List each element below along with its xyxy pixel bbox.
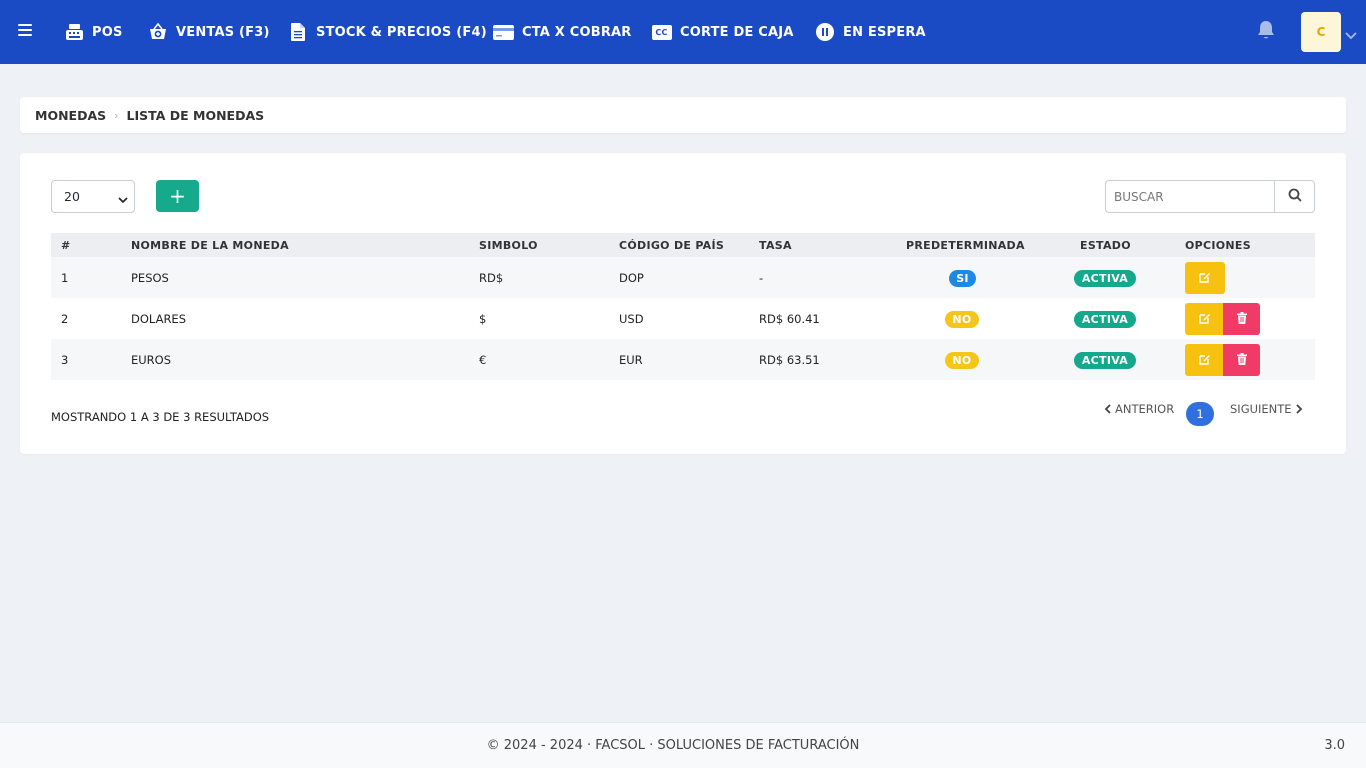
header-num: #	[61, 239, 71, 252]
cell-rate: -	[759, 271, 764, 285]
table-row: 2 DOLARES $ USD RD$ 60.41 NO ACTIVA	[51, 298, 1315, 339]
breadcrumb-monedas[interactable]: MONEDAS	[35, 108, 106, 123]
search-input[interactable]	[1105, 180, 1275, 213]
trash-icon	[1236, 311, 1247, 327]
nav-label: CORTE DE CAJA	[680, 24, 794, 40]
footer: © 2024 - 2024 · FACSOL · SOLUCIONES DE F…	[0, 722, 1366, 768]
breadcrumb-separator-icon: ›	[114, 108, 119, 122]
status-badge: ACTIVA	[1074, 311, 1136, 328]
cell-country: USD	[619, 312, 644, 326]
prev-label: ANTERIOR	[1115, 402, 1175, 416]
edit-button[interactable]	[1185, 344, 1225, 376]
default-badge: NO	[945, 311, 979, 328]
default-badge: SI	[949, 270, 976, 287]
header-default: PREDETERMINADA	[906, 239, 1025, 252]
nav-label: CTA X COBRAR	[522, 24, 632, 40]
credit-card-icon	[492, 22, 514, 42]
currency-table: # NOMBRE DE LA MONEDA SIMBOLO CÓDIGO DE …	[51, 233, 1315, 380]
header-rate: TASA	[759, 239, 792, 252]
search-button[interactable]	[1274, 180, 1315, 213]
chevron-right-icon	[1295, 404, 1303, 414]
cell-country: DOP	[619, 271, 644, 285]
status-badge: ACTIVA	[1074, 270, 1136, 287]
header-symbol: SIMBOLO	[479, 239, 538, 252]
nav-en-espera[interactable]: EN ESPERA	[815, 0, 926, 64]
cell-symbol: RD$	[479, 271, 504, 285]
pagination-next[interactable]: SIGUIENTE	[1230, 402, 1303, 416]
page-size-value: 20	[64, 189, 80, 204]
top-navbar: POS VENTAS (F3) STOCK & PRECIOS (F4) CTA…	[0, 0, 1366, 64]
currency-list-card: 20 + # NOMBRE DE LA MONEDA SIMBOLO CÓDIG…	[20, 153, 1346, 454]
cell-rate: RD$ 60.41	[759, 312, 820, 326]
status-badge: ACTIVA	[1074, 352, 1136, 369]
nav-cta-x-cobrar[interactable]: CTA X COBRAR	[492, 0, 632, 64]
bell-icon[interactable]	[1257, 20, 1277, 42]
table-header: # NOMBRE DE LA MONEDA SIMBOLO CÓDIGO DE …	[51, 233, 1315, 257]
add-currency-button[interactable]: +	[156, 180, 199, 212]
header-country: CÓDIGO DE PAÍS	[619, 239, 725, 252]
header-status: ESTADO	[1080, 239, 1131, 252]
footer-copyright: © 2024 - 2024 · FACSOL · SOLUCIONES DE F…	[486, 738, 860, 753]
edit-icon	[1199, 271, 1211, 286]
document-icon	[288, 22, 308, 42]
nav-label: STOCK & PRECIOS (F4)	[316, 24, 487, 40]
chevron-down-icon[interactable]	[1344, 26, 1358, 40]
footer-version: 3.0	[1324, 738, 1345, 753]
user-avatar[interactable]: C	[1301, 12, 1341, 52]
next-label: SIGUIENTE	[1230, 402, 1292, 416]
nav-ventas[interactable]: VENTAS (F3)	[148, 0, 270, 64]
default-badge: NO	[945, 352, 979, 369]
breadcrumb: MONEDAS › LISTA DE MONEDAS	[20, 97, 1346, 133]
cell-name: PESOS	[131, 271, 169, 285]
nav-label: POS	[92, 24, 123, 40]
header-name: NOMBRE DE LA MONEDA	[131, 239, 289, 252]
nav-corte-de-caja[interactable]: CC CORTE DE CAJA	[651, 0, 794, 64]
edit-button[interactable]	[1185, 262, 1225, 294]
breadcrumb-current: LISTA DE MONEDAS	[126, 107, 265, 123]
table-row: 3 EUROS € EUR RD$ 63.51 NO ACTIVA	[51, 339, 1315, 380]
cell-symbol: $	[479, 312, 487, 326]
search-icon	[1288, 187, 1302, 206]
trash-icon	[1236, 352, 1247, 368]
cell-country: EUR	[619, 353, 643, 367]
basket-plus-icon	[148, 22, 168, 42]
table-row: 1 PESOS RD$ DOP - SI ACTIVA	[51, 257, 1315, 298]
nav-stock-precios[interactable]: STOCK & PRECIOS (F4)	[288, 0, 487, 64]
chevron-left-icon	[1104, 404, 1111, 414]
cell-name: EUROS	[131, 353, 172, 367]
cash-register-icon	[64, 22, 84, 42]
cell-num: 2	[61, 312, 69, 326]
cell-num: 1	[61, 271, 69, 285]
cell-symbol: €	[479, 353, 487, 367]
edit-icon	[1199, 312, 1211, 327]
cell-name: DOLARES	[131, 312, 187, 326]
cc-icon: CC	[651, 22, 672, 42]
nav-label: VENTAS (F3)	[176, 24, 270, 40]
chevron-down-icon	[118, 192, 128, 207]
results-summary: MOSTRANDO 1 A 3 DE 3 RESULTADOS	[51, 410, 270, 424]
delete-button[interactable]	[1223, 344, 1260, 376]
page-size-select[interactable]: 20	[51, 180, 135, 213]
menu-icon[interactable]	[18, 24, 32, 38]
delete-button[interactable]	[1223, 303, 1260, 335]
cell-rate: RD$ 63.51	[759, 353, 820, 367]
edit-button[interactable]	[1185, 303, 1225, 335]
pause-icon	[815, 22, 835, 42]
pagination-page-1[interactable]: 1	[1186, 402, 1214, 426]
nav-label: EN ESPERA	[843, 24, 926, 40]
pagination-prev[interactable]: ANTERIOR	[1104, 402, 1174, 416]
header-options: OPCIONES	[1185, 239, 1251, 252]
edit-icon	[1199, 353, 1211, 368]
cc-icon-text: CC	[651, 24, 672, 40]
cell-num: 3	[61, 353, 69, 367]
nav-pos[interactable]: POS	[64, 0, 123, 64]
